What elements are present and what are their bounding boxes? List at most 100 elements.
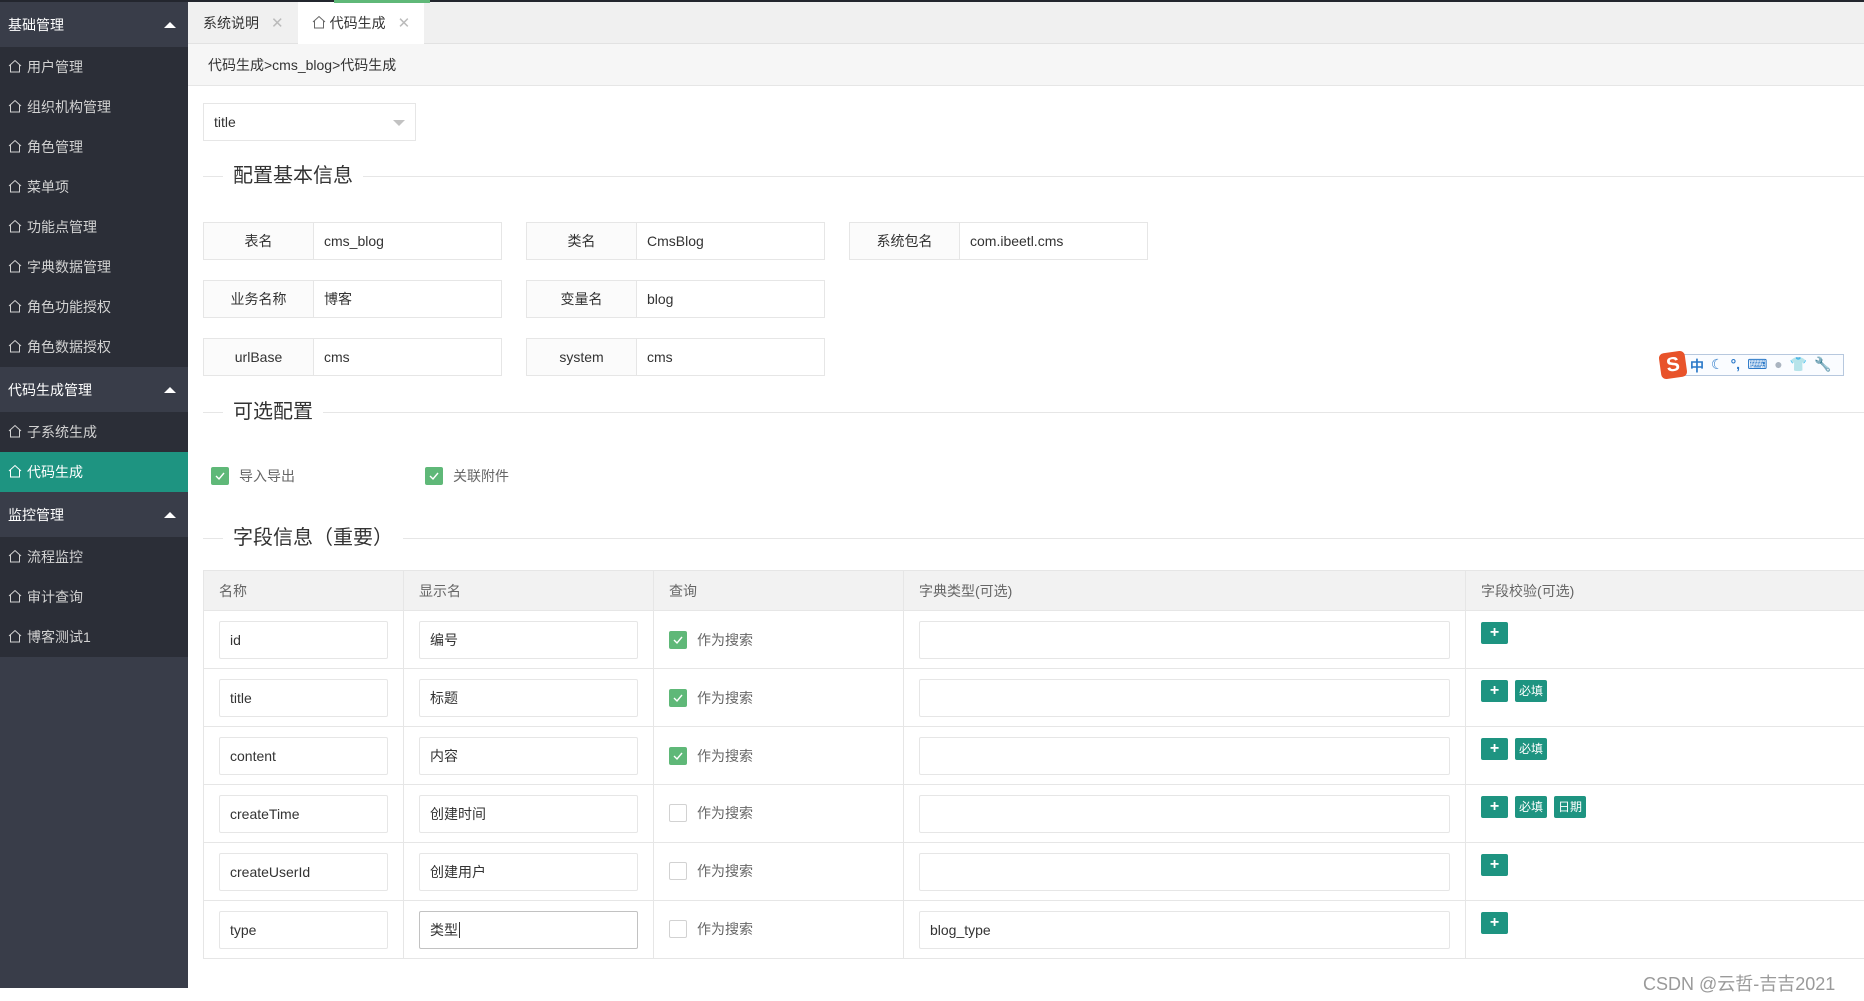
validator-tag[interactable]: 必填 xyxy=(1515,737,1548,760)
search-toggle[interactable]: 作为搜索 xyxy=(669,919,753,939)
search-toggle[interactable]: 作为搜索 xyxy=(669,746,753,766)
table-row: type 类型 作为搜索 blog_type + xyxy=(203,900,1864,959)
cell-display: 类型 xyxy=(403,900,654,959)
sidebar-item[interactable]: 角色数据授权 xyxy=(0,327,188,367)
caret-up-icon xyxy=(164,21,176,28)
search-toggle[interactable]: 作为搜索 xyxy=(669,803,753,823)
cell-dict xyxy=(903,842,1466,901)
dict-type-input[interactable] xyxy=(919,620,1450,659)
validator-tag[interactable]: 必填 xyxy=(1515,795,1548,818)
dict-type-input[interactable] xyxy=(919,736,1450,775)
close-icon[interactable]: ✕ xyxy=(398,14,411,32)
dict-type-input[interactable]: blog_type xyxy=(919,910,1450,949)
sidebar-group[interactable]: 代码生成管理 xyxy=(0,367,188,412)
display-name-input[interactable]: 标题 xyxy=(419,678,638,717)
config-field: system cms xyxy=(526,338,825,376)
sidebar-item[interactable]: 流程监控 xyxy=(0,537,188,577)
sidebar-item[interactable]: 字典数据管理 xyxy=(0,247,188,287)
sidebar-item-label: 角色数据授权 xyxy=(27,339,111,355)
option-attachment[interactable]: 关联附件 xyxy=(425,466,509,486)
wrench-icon[interactable]: 🔧 xyxy=(1814,356,1831,376)
checkbox-unchecked[interactable] xyxy=(669,803,687,822)
checkbox-checked[interactable] xyxy=(669,746,687,765)
cell-search: 作为搜索 xyxy=(653,668,904,727)
config-field-input[interactable]: CmsBlog xyxy=(637,223,824,259)
search-toggle[interactable]: 作为搜索 xyxy=(669,688,753,708)
config-field-input[interactable]: cms xyxy=(314,339,501,375)
cell-validation: + 必填 xyxy=(1465,668,1864,727)
sidebar-item[interactable]: 菜单项 xyxy=(0,167,188,207)
user-icon[interactable]: ● xyxy=(1774,356,1782,376)
sidebar-item[interactable]: 功能点管理 xyxy=(0,207,188,247)
validator-tag[interactable]: 必填 xyxy=(1515,679,1548,702)
display-name-input[interactable]: 类型 xyxy=(419,910,638,949)
tab-code-gen[interactable]: 代码生成 ✕ xyxy=(297,2,425,44)
validator-tag[interactable]: 日期 xyxy=(1554,795,1587,818)
close-icon[interactable]: ✕ xyxy=(271,14,284,32)
sidebar-item-label: 角色功能授权 xyxy=(27,299,111,315)
dict-type-input[interactable] xyxy=(919,678,1450,717)
sidebar-group[interactable]: 基础管理 xyxy=(0,2,188,47)
name-input[interactable]: title xyxy=(219,678,388,717)
checkbox-checked[interactable] xyxy=(211,467,229,485)
add-validator-button[interactable]: + xyxy=(1481,679,1508,702)
moon-icon[interactable]: ☾ xyxy=(1711,356,1724,376)
add-validator-button[interactable]: + xyxy=(1481,795,1508,818)
display-name-value: 类型 xyxy=(430,921,458,938)
checkbox-checked[interactable] xyxy=(669,630,687,649)
sidebar-item[interactable]: 角色管理 xyxy=(0,127,188,167)
name-input[interactable]: createTime xyxy=(219,794,388,833)
sidebar-item[interactable]: 子系统生成 xyxy=(0,412,188,452)
display-name-input[interactable]: 编号 xyxy=(419,620,638,659)
search-toggle[interactable]: 作为搜索 xyxy=(669,630,753,650)
name-input[interactable]: id xyxy=(219,620,388,659)
sidebar-group[interactable]: 监控管理 xyxy=(0,492,188,537)
home-icon xyxy=(8,549,24,565)
checkbox-checked[interactable] xyxy=(425,467,443,485)
name-input[interactable]: type xyxy=(219,910,388,949)
config-field-input[interactable]: blog xyxy=(637,281,824,317)
config-field: urlBase cms xyxy=(203,338,502,376)
config-field-input[interactable]: cms_blog xyxy=(314,223,501,259)
add-validator-button[interactable]: + xyxy=(1481,737,1508,760)
option-import-export[interactable]: 导入导出 xyxy=(211,466,295,486)
add-validator-button[interactable]: + xyxy=(1481,621,1508,644)
config-field-input[interactable]: com.ibeetl.cms xyxy=(960,223,1147,259)
display-name-input[interactable]: 创建用户 xyxy=(419,852,638,891)
cell-name: createTime xyxy=(203,784,404,843)
name-input[interactable]: content xyxy=(219,736,388,775)
chinese-mode-icon[interactable]: 中 xyxy=(1690,356,1704,376)
config-field-input[interactable]: 博客 xyxy=(314,281,501,317)
config-field-label: urlBase xyxy=(204,339,314,375)
home-icon xyxy=(312,15,330,31)
breadcrumb: 代码生成>cms_blog>代码生成 xyxy=(188,44,1864,86)
keyboard-icon[interactable]: ⌨ xyxy=(1747,356,1767,376)
shirt-icon[interactable]: 👕 xyxy=(1790,356,1807,376)
config-field-input[interactable]: cms xyxy=(637,339,824,375)
sidebar-item[interactable]: 组织机构管理 xyxy=(0,87,188,127)
checkbox-unchecked[interactable] xyxy=(669,919,687,938)
add-validator-button[interactable]: + xyxy=(1481,911,1508,934)
display-name-input[interactable]: 创建时间 xyxy=(419,794,638,833)
entity-select[interactable]: title xyxy=(203,103,416,141)
sidebar-item[interactable]: 代码生成 xyxy=(0,452,188,492)
checkbox-unchecked[interactable] xyxy=(669,861,687,880)
display-name-input[interactable]: 内容 xyxy=(419,736,638,775)
ime-toolbar[interactable]: S 中 ☾ °, ⌨ ● 👕 🔧 xyxy=(1658,350,1844,380)
dict-type-input[interactable] xyxy=(919,852,1450,891)
sogou-logo-icon[interactable]: S xyxy=(1658,350,1688,380)
tab-system-info[interactable]: 系统说明 ✕ xyxy=(188,2,298,44)
cell-validation: + xyxy=(1465,842,1864,901)
dict-type-input[interactable] xyxy=(919,794,1450,833)
sidebar-item[interactable]: 审计查询 xyxy=(0,577,188,617)
sidebar-item[interactable]: 用户管理 xyxy=(0,47,188,87)
name-input[interactable]: createUserId xyxy=(219,852,388,891)
sidebar-item[interactable]: 角色功能授权 xyxy=(0,287,188,327)
checkbox-checked[interactable] xyxy=(669,688,687,707)
add-validator-button[interactable]: + xyxy=(1481,853,1508,876)
cell-dict xyxy=(903,668,1466,727)
sidebar-item[interactable]: 博客测试1 xyxy=(0,617,188,657)
search-toggle[interactable]: 作为搜索 xyxy=(669,861,753,881)
punctuation-icon[interactable]: °, xyxy=(1731,356,1741,376)
config-field-label: 表名 xyxy=(204,223,314,259)
